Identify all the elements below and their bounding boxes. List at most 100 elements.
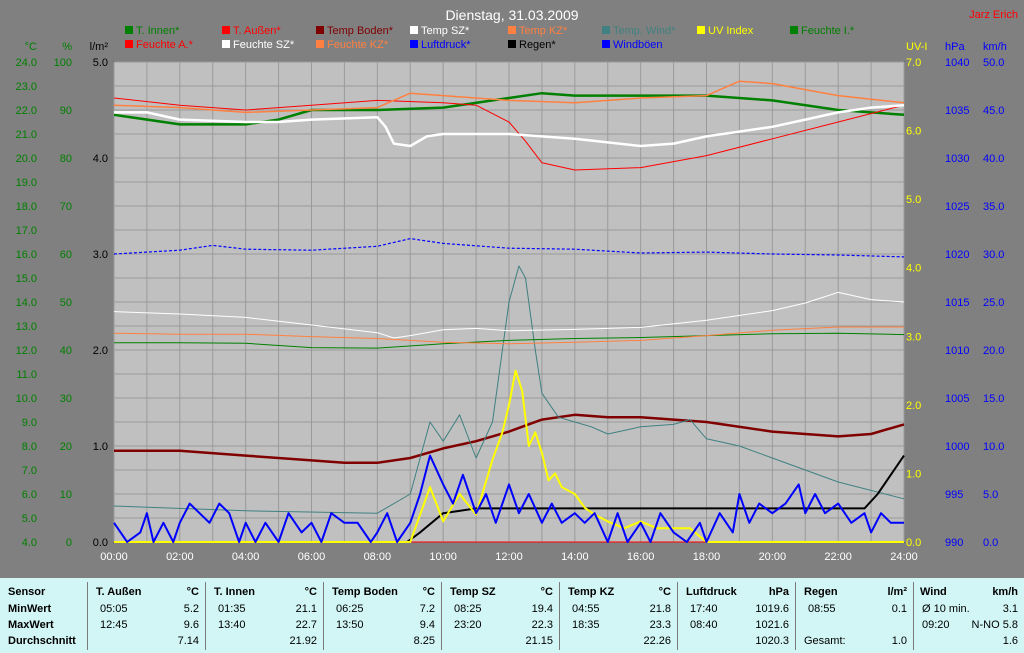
avg-value: 1020.3 — [755, 635, 789, 647]
axis-tick-label: 14.0 — [16, 297, 37, 309]
axis-tick-label: 1040 — [945, 57, 969, 69]
col-title: Temp Boden — [332, 586, 398, 598]
stats-col-wind: Wind km/h Ø 10 min. 3.1 09:20 N-NO 5.8 1… — [914, 578, 1024, 653]
min-time: 08:25 — [454, 603, 482, 615]
stats-col-temp-kz: Temp KZ °C 04:55 21.8 18:35 23.3 22.26 — [560, 578, 677, 653]
col-title: T. Innen — [214, 586, 255, 598]
axis-tick-label: 22.0 — [16, 105, 37, 117]
min-value: 19.4 — [531, 603, 553, 615]
max-time: 09:20 — [922, 619, 950, 631]
stats-col-temp-boden: Temp Boden °C 06:25 7.2 13:50 9.4 8.25 — [324, 578, 441, 653]
axis-tick-label: 40.0 — [983, 153, 1004, 165]
axis-tick-label: 995 — [945, 489, 963, 501]
legend-swatch — [316, 40, 324, 48]
weather-chart: Dienstag, 31.03.2009 Jarz Erich T. Innen… — [0, 0, 1024, 578]
axis-tick-label: 60 — [60, 249, 72, 261]
axis-tick-label: 1025 — [945, 201, 969, 213]
axis-tick-label: 5.0 — [22, 513, 37, 525]
axis-tick-label: 7.0 — [22, 465, 37, 477]
col-title: Wind — [920, 586, 947, 598]
axis-tick-label: 3.0 — [906, 331, 921, 343]
max-value: N-NO 5.8 — [971, 619, 1018, 631]
x-tick-label: 16:00 — [627, 551, 655, 563]
legend-swatch — [222, 40, 230, 48]
legend-label: T. Außen* — [233, 25, 281, 37]
axis-tick-label: 5.0 — [983, 489, 998, 501]
x-tick-label: 14:00 — [561, 551, 589, 563]
axis-tick-label: 80 — [60, 153, 72, 165]
x-tick-label: 04:00 — [232, 551, 260, 563]
axis-tick-label: 21.0 — [16, 129, 37, 141]
x-tick-label: 06:00 — [298, 551, 326, 563]
weather-chart-window: Dienstag, 31.03.2009 Jarz Erich T. Innen… — [0, 0, 1024, 653]
axis-unit-label: km/h — [983, 41, 1007, 53]
stats-col-luftdruck: Luftdruck hPa 17:40 1019.6 08:40 1021.6 … — [678, 578, 795, 653]
axis-tick-label: 19.0 — [16, 177, 37, 189]
axis-tick-label: 25.0 — [983, 297, 1004, 309]
axis-tick-label: 10 — [60, 489, 72, 501]
legend-swatch — [222, 26, 230, 34]
axis-tick-label: 24.0 — [16, 57, 37, 69]
x-tick-label: 08:00 — [364, 551, 392, 563]
stats-col-t-innen: T. Innen °C 01:35 21.1 13:40 22.7 21.92 — [206, 578, 323, 653]
axis-tick-label: 1005 — [945, 393, 969, 405]
x-tick-label: 18:00 — [693, 551, 721, 563]
min-time: Ø 10 min. — [922, 603, 970, 615]
stats-col-temp-sz: Temp SZ °C 08:25 19.4 23:20 22.3 21.15 — [442, 578, 559, 653]
col-unit: l/m² — [887, 586, 907, 598]
row-header-sensor: Sensor — [8, 586, 46, 598]
max-time: 23:20 — [454, 619, 482, 631]
legend-label: T. Innen* — [136, 25, 180, 37]
axis-tick-label: 20 — [60, 441, 72, 453]
legend-swatch — [508, 26, 516, 34]
axis-tick-label: 1010 — [945, 345, 969, 357]
legend-label: Windböen — [613, 39, 663, 51]
axis-tick-label: 70 — [60, 201, 72, 213]
legend-label: Regen* — [519, 39, 556, 51]
axis-tick-label: 2.0 — [906, 400, 921, 412]
col-unit: °C — [186, 586, 199, 598]
col-unit: °C — [658, 586, 671, 598]
row-label-max: MaxWert — [8, 619, 54, 631]
axis-tick-label: 4.0 — [906, 263, 921, 275]
legend-label: Feuchte I.* — [801, 25, 855, 37]
min-value: 5.2 — [183, 603, 199, 615]
avg-value: 8.25 — [413, 635, 435, 647]
axis-tick-label: 17.0 — [16, 225, 37, 237]
legend-swatch — [125, 26, 133, 34]
legend-label: Temp Boden* — [327, 25, 394, 37]
legend-label: Feuchte A.* — [136, 39, 194, 51]
axis-tick-label: 15.0 — [983, 393, 1004, 405]
max-value: 1021.6 — [755, 619, 789, 631]
axis-tick-label: 0.0 — [93, 537, 108, 549]
axis-tick-label: 12.0 — [16, 345, 37, 357]
axis-tick-label: 6.0 — [22, 489, 37, 501]
col-unit: hPa — [768, 586, 789, 598]
axis-unit-label: l/m² — [90, 41, 109, 53]
axis-tick-label: 6.0 — [906, 126, 921, 138]
col-title: Regen — [804, 586, 838, 598]
axis-tick-label: 11.0 — [16, 369, 37, 381]
col-title: Temp SZ — [450, 586, 496, 598]
legend-label: Feuchte SZ* — [233, 39, 295, 51]
axis-tick-label: 9.0 — [22, 417, 37, 429]
legend-swatch — [602, 40, 610, 48]
axis-tick-label: 0.0 — [906, 537, 921, 549]
total-value: 1.0 — [891, 635, 907, 647]
legend-swatch — [508, 40, 516, 48]
axis-tick-label: 1.0 — [906, 468, 921, 480]
axis-tick-label: 4.0 — [22, 537, 37, 549]
min-value: 21.8 — [649, 603, 671, 615]
legend-label: UV Index — [708, 25, 754, 37]
legend-swatch — [790, 26, 798, 34]
min-time: 01:35 — [218, 603, 246, 615]
min-time: 04:55 — [572, 603, 600, 615]
axis-tick-label: 18.0 — [16, 201, 37, 213]
axis-tick-label: 8.0 — [22, 441, 37, 453]
legend-label: Feuchte KZ* — [327, 39, 389, 51]
max-time: 13:50 — [336, 619, 364, 631]
legend-swatch — [125, 40, 133, 48]
axis-tick-label: 35.0 — [983, 201, 1004, 213]
x-tick-label: 22:00 — [824, 551, 852, 563]
axis-tick-label: 30.0 — [983, 249, 1004, 261]
